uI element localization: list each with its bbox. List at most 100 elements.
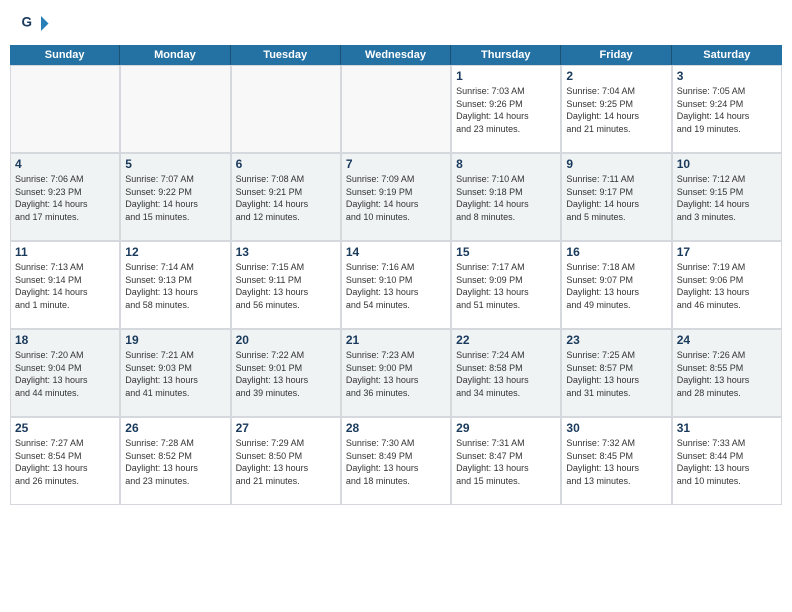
day-number: 2	[566, 69, 666, 83]
cell-detail: Sunrise: 7:05 AM Sunset: 9:24 PM Dayligh…	[677, 85, 777, 135]
day-number: 10	[677, 157, 777, 171]
cell-detail: Sunrise: 7:20 AM Sunset: 9:04 PM Dayligh…	[15, 349, 115, 399]
day-number: 7	[346, 157, 446, 171]
cell-detail: Sunrise: 7:08 AM Sunset: 9:21 PM Dayligh…	[236, 173, 336, 223]
cal-cell: 15 Sunrise: 7:17 AM Sunset: 9:09 PM Dayli…	[451, 241, 561, 329]
cal-cell: 5Sunrise: 7:07 AM Sunset: 9:22 PM Daylig…	[120, 153, 230, 241]
cal-cell: 3 Sunrise: 7:05 AM Sunset: 9:24 PM Daylig…	[672, 65, 782, 153]
week-row-4: 18 Sunrise: 7:20 AM Sunset: 9:04 PM Dayli…	[10, 329, 782, 417]
cal-cell: 30Sunrise: 7:32 AM Sunset: 8:45 PM Dayli…	[561, 417, 671, 505]
day-number: 18	[15, 333, 115, 347]
cell-detail: Sunrise: 7:32 AM Sunset: 8:45 PM Dayligh…	[566, 437, 666, 487]
header-cell-monday: Monday	[120, 45, 230, 65]
cell-detail: Sunrise: 7:17 AM Sunset: 9:09 PM Dayligh…	[456, 261, 556, 311]
cal-cell: 23 Sunrise: 7:25 AM Sunset: 8:57 PM Dayli…	[561, 329, 671, 417]
day-number: 8	[456, 157, 556, 171]
day-number: 11	[15, 245, 115, 259]
header-cell-thursday: Thursday	[451, 45, 561, 65]
cal-cell: 9 Sunrise: 7:11 AM Sunset: 9:17 PM Daylig…	[561, 153, 671, 241]
cal-cell	[120, 65, 230, 153]
cal-cell: 13 Sunrise: 7:15 AM Sunset: 9:11 PM Dayli…	[231, 241, 341, 329]
cell-detail: Sunrise: 7:09 AM Sunset: 9:19 PM Dayligh…	[346, 173, 446, 223]
cal-cell	[231, 65, 341, 153]
cal-cell: 14 Sunrise: 7:16 AM Sunset: 9:10 PM Dayli…	[341, 241, 451, 329]
cell-detail: Sunrise: 7:22 AM Sunset: 9:01 PM Dayligh…	[236, 349, 336, 399]
page-header: G	[0, 0, 792, 45]
cal-cell: 7 Sunrise: 7:09 AM Sunset: 9:19 PM Daylig…	[341, 153, 451, 241]
day-number: 12	[125, 245, 225, 259]
day-number: 13	[236, 245, 336, 259]
cal-cell: 8 Sunrise: 7:10 AM Sunset: 9:18 PM Daylig…	[451, 153, 561, 241]
day-number: 6	[236, 157, 336, 171]
day-number: 22	[456, 333, 556, 347]
cal-cell: 21 Sunrise: 7:23 AM Sunset: 9:00 PM Dayli…	[341, 329, 451, 417]
cell-detail: Sunrise: 7:11 AM Sunset: 9:17 PM Dayligh…	[566, 173, 666, 223]
cal-cell: 2 Sunrise: 7:04 AM Sunset: 9:25 PM Daylig…	[561, 65, 671, 153]
cell-detail: Sunrise: 7:15 AM Sunset: 9:11 PM Dayligh…	[236, 261, 336, 311]
day-number: 31	[677, 421, 777, 435]
cell-detail: Sunrise: 7:12 AM Sunset: 9:15 PM Dayligh…	[677, 173, 777, 223]
cell-detail: Sunrise: 7:31 AM Sunset: 8:47 PM Dayligh…	[456, 437, 556, 487]
day-number: 15	[456, 245, 556, 259]
cal-cell: 20 Sunrise: 7:22 AM Sunset: 9:01 PM Dayli…	[231, 329, 341, 417]
calendar: SundayMondayTuesdayWednesdayThursdayFrid…	[10, 45, 782, 505]
day-number: 25	[15, 421, 115, 435]
cal-cell: 19Sunrise: 7:21 AM Sunset: 9:03 PM Dayli…	[120, 329, 230, 417]
week-row-2: 4Sunrise: 7:06 AM Sunset: 9:23 PM Daylig…	[10, 153, 782, 241]
cell-detail: Sunrise: 7:29 AM Sunset: 8:50 PM Dayligh…	[236, 437, 336, 487]
day-number: 1	[456, 69, 556, 83]
cell-detail: Sunrise: 7:26 AM Sunset: 8:55 PM Dayligh…	[677, 349, 777, 399]
cal-cell: 26Sunrise: 7:28 AM Sunset: 8:52 PM Dayli…	[120, 417, 230, 505]
cell-detail: Sunrise: 7:25 AM Sunset: 8:57 PM Dayligh…	[566, 349, 666, 399]
cell-detail: Sunrise: 7:10 AM Sunset: 9:18 PM Dayligh…	[456, 173, 556, 223]
cal-cell: 6 Sunrise: 7:08 AM Sunset: 9:21 PM Daylig…	[231, 153, 341, 241]
cal-cell: 29Sunrise: 7:31 AM Sunset: 8:47 PM Dayli…	[451, 417, 561, 505]
week-row-5: 25Sunrise: 7:27 AM Sunset: 8:54 PM Dayli…	[10, 417, 782, 505]
week-row-3: 11 Sunrise: 7:13 AM Sunset: 9:14 PM Dayli…	[10, 241, 782, 329]
day-number: 21	[346, 333, 446, 347]
header-cell-saturday: Saturday	[672, 45, 782, 65]
cell-detail: Sunrise: 7:33 AM Sunset: 8:44 PM Dayligh…	[677, 437, 777, 487]
cell-detail: Sunrise: 7:30 AM Sunset: 8:49 PM Dayligh…	[346, 437, 446, 487]
cal-cell: 12 Sunrise: 7:14 AM Sunset: 9:13 PM Dayli…	[120, 241, 230, 329]
day-number: 20	[236, 333, 336, 347]
day-number: 23	[566, 333, 666, 347]
day-number: 3	[677, 69, 777, 83]
cell-detail: Sunrise: 7:13 AM Sunset: 9:14 PM Dayligh…	[15, 261, 115, 311]
day-number: 14	[346, 245, 446, 259]
cal-cell: 28 Sunrise: 7:30 AM Sunset: 8:49 PM Dayli…	[341, 417, 451, 505]
cal-cell: 10 Sunrise: 7:12 AM Sunset: 9:15 PM Dayli…	[672, 153, 782, 241]
cal-cell: 16 Sunrise: 7:18 AM Sunset: 9:07 PM Dayli…	[561, 241, 671, 329]
cell-detail: Sunrise: 7:04 AM Sunset: 9:25 PM Dayligh…	[566, 85, 666, 135]
header-cell-wednesday: Wednesday	[341, 45, 451, 65]
cell-detail: Sunrise: 7:19 AM Sunset: 9:06 PM Dayligh…	[677, 261, 777, 311]
cell-detail: Sunrise: 7:18 AM Sunset: 9:07 PM Dayligh…	[566, 261, 666, 311]
cal-cell: 17 Sunrise: 7:19 AM Sunset: 9:06 PM Dayli…	[672, 241, 782, 329]
header-cell-tuesday: Tuesday	[231, 45, 341, 65]
calendar-body: 1 Sunrise: 7:03 AM Sunset: 9:26 PM Daylig…	[10, 65, 782, 505]
day-number: 28	[346, 421, 446, 435]
cell-detail: Sunrise: 7:23 AM Sunset: 9:00 PM Dayligh…	[346, 349, 446, 399]
day-number: 16	[566, 245, 666, 259]
cal-cell: 22Sunrise: 7:24 AM Sunset: 8:58 PM Dayli…	[451, 329, 561, 417]
logo: G	[20, 10, 54, 40]
cal-cell: 4Sunrise: 7:06 AM Sunset: 9:23 PM Daylig…	[10, 153, 120, 241]
calendar-header: SundayMondayTuesdayWednesdayThursdayFrid…	[10, 45, 782, 65]
cal-cell: 31 Sunrise: 7:33 AM Sunset: 8:44 PM Dayli…	[672, 417, 782, 505]
cal-cell: 25Sunrise: 7:27 AM Sunset: 8:54 PM Dayli…	[10, 417, 120, 505]
cell-detail: Sunrise: 7:28 AM Sunset: 8:52 PM Dayligh…	[125, 437, 225, 487]
header-cell-friday: Friday	[561, 45, 671, 65]
cal-cell	[10, 65, 120, 153]
cell-detail: Sunrise: 7:07 AM Sunset: 9:22 PM Dayligh…	[125, 173, 225, 223]
day-number: 9	[566, 157, 666, 171]
cell-detail: Sunrise: 7:16 AM Sunset: 9:10 PM Dayligh…	[346, 261, 446, 311]
day-number: 24	[677, 333, 777, 347]
cal-cell: 1 Sunrise: 7:03 AM Sunset: 9:26 PM Daylig…	[451, 65, 561, 153]
cell-detail: Sunrise: 7:14 AM Sunset: 9:13 PM Dayligh…	[125, 261, 225, 311]
cell-detail: Sunrise: 7:03 AM Sunset: 9:26 PM Dayligh…	[456, 85, 556, 135]
cal-cell: 27Sunrise: 7:29 AM Sunset: 8:50 PM Dayli…	[231, 417, 341, 505]
cal-cell: 11 Sunrise: 7:13 AM Sunset: 9:14 PM Dayli…	[10, 241, 120, 329]
header-cell-sunday: Sunday	[10, 45, 120, 65]
cal-cell: 18 Sunrise: 7:20 AM Sunset: 9:04 PM Dayli…	[10, 329, 120, 417]
day-number: 17	[677, 245, 777, 259]
